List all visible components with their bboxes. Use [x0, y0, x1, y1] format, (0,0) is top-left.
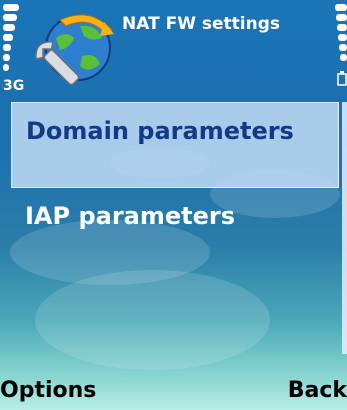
- list-item-label: Domain parameters: [26, 117, 294, 145]
- options-softkey[interactable]: Options: [0, 378, 96, 403]
- page-title: NAT FW settings: [122, 14, 280, 34]
- softkey-bar: Options Back: [0, 370, 347, 410]
- status-bar: 3G NAT FW settings: [0, 0, 347, 98]
- list-item-domain-parameters[interactable]: Domain parameters: [11, 102, 339, 188]
- signal-strength-icon: [3, 4, 19, 71]
- network-type-label: 3G: [3, 78, 25, 94]
- settings-list: Domain parameters IAP parameters: [11, 102, 341, 362]
- charging-icon: [337, 71, 347, 86]
- back-softkey[interactable]: Back: [288, 378, 347, 403]
- settings-wrench-globe-icon: [35, 14, 114, 86]
- phone-screen: 3G NAT FW settings Domain parameters IAP…: [0, 0, 347, 410]
- list-item-iap-parameters[interactable]: IAP parameters: [11, 188, 339, 274]
- battery-icon: [335, 4, 347, 61]
- scrollbar[interactable]: [342, 102, 347, 354]
- list-item-label: IAP parameters: [25, 202, 236, 230]
